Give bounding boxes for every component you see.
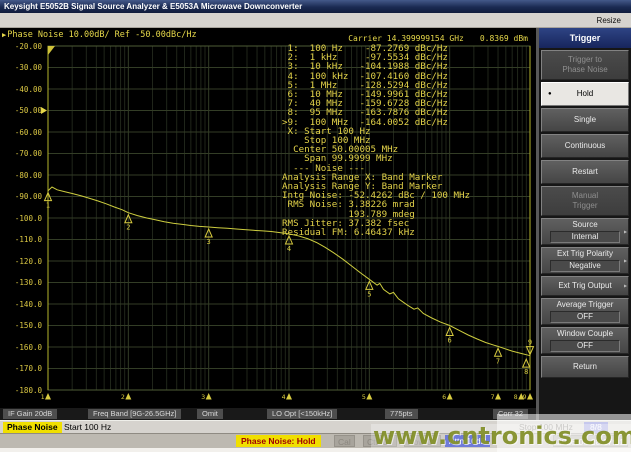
config-item-lo-opt-150khz: LO Opt [<150kHz] <box>267 409 337 419</box>
y-tick-label: -150.0 <box>15 321 42 330</box>
config-summary-bar: IF Gain 20dB Freq Band [9G-26.5GHz] Omit LO… <box>0 408 536 420</box>
app-window: Keysight E5052B Signal Source Analyzer &… <box>0 0 631 452</box>
y-tick-label: -70.00 <box>15 149 42 158</box>
y-tick-label: -170.0 <box>15 364 42 373</box>
svg-text:8: 8 <box>514 393 518 401</box>
svg-text:3: 3 <box>207 238 211 246</box>
y-tick-label: -160.0 <box>15 343 42 352</box>
window-title: Keysight E5052B Signal Source Analyzer &… <box>4 2 302 11</box>
svg-text:2: 2 <box>121 393 125 401</box>
y-tick-label: -40.00 <box>15 85 42 94</box>
softkey-source[interactable]: SourceInternal▸ <box>541 218 629 245</box>
y-tick-label: -30.00 <box>15 63 42 72</box>
config-item-if-gain-20db: IF Gain 20dB <box>3 409 57 419</box>
submenu-arrow-icon: ▸ <box>624 228 627 235</box>
svg-text:5: 5 <box>362 393 366 401</box>
y-axis-labels: -20.00 -30.00 -40.00 -50.00 -60.00 -70.00 -80.… <box>0 28 46 408</box>
y-tick-label: -90.00 <box>15 192 42 201</box>
svg-text:6: 6 <box>442 393 446 401</box>
softkey-continuous[interactable]: Continuous <box>541 134 629 158</box>
svg-text:1: 1 <box>46 202 50 210</box>
y-tick-label: -80.00 <box>15 171 42 180</box>
svg-text:9: 9 <box>523 393 527 401</box>
carrier-readout: Carrier 14.399999154 GHz 0.8369 dBm <box>348 34 528 43</box>
window-titlebar[interactable]: Keysight E5052B Signal Source Analyzer &… <box>0 0 631 13</box>
softkey-window-couple[interactable]: Window CoupleOFF <box>541 327 629 354</box>
softkey-sidebar: Trigger Trigger toPhase Noise●HoldSingle… <box>536 28 631 420</box>
svg-text:4: 4 <box>282 393 286 401</box>
svg-text:8: 8 <box>524 368 528 376</box>
y-tick-label: -140.0 <box>15 300 42 309</box>
config-item-775pts: 775pts <box>385 409 418 419</box>
softkey-hold[interactable]: ●Hold <box>541 82 629 106</box>
submenu-arrow-icon: ▸ <box>624 283 627 290</box>
svg-text:9: 9 <box>528 339 532 347</box>
cal-indicator: Cal <box>334 435 355 447</box>
measurement-tag: Phase Noise <box>3 422 62 433</box>
softkey-ext-trig-polarity[interactable]: Ext Trig PolarityNegative▸ <box>541 247 629 274</box>
y-tick-label: -120.0 <box>15 257 42 266</box>
svg-text:4: 4 <box>287 245 291 253</box>
softkey-manual-trigger: ManualTrigger <box>541 186 629 216</box>
y-tick-label: -180.0 <box>15 386 42 395</box>
y-tick-label: -60.00 <box>15 128 42 137</box>
selected-bullet-icon: ● <box>548 91 552 97</box>
config-item-freq-band-9g-26-5ghz: Freq Band [9G-26.5GHz] <box>88 409 181 419</box>
y-tick-label: -100.0 <box>15 214 42 223</box>
softkey-menu-title: Trigger <box>539 28 631 48</box>
svg-text:5: 5 <box>367 290 371 298</box>
softkey-single[interactable]: Single <box>541 108 629 132</box>
softkey-restart[interactable]: Restart <box>541 160 629 184</box>
submenu-arrow-icon: ▸ <box>624 257 627 264</box>
measurement-screen: 112233445566778899 ▶Phase Noise 10.00dB/… <box>0 28 536 408</box>
resize-button[interactable]: Resize <box>597 16 621 25</box>
svg-text:6: 6 <box>448 336 452 344</box>
svg-text:3: 3 <box>201 393 205 401</box>
carrier-power: 0.8369 dBm <box>480 34 528 43</box>
svg-text:7: 7 <box>496 357 500 365</box>
resize-bar: Resize <box>0 13 631 28</box>
carrier-frequency: Carrier 14.399999154 GHz <box>348 34 464 43</box>
softkey-trigger-to-phase-noise: Trigger toPhase Noise <box>541 50 629 80</box>
y-tick-label: -50.00 <box>15 106 42 115</box>
softkey-return[interactable]: Return <box>541 356 629 378</box>
watermark: www.cntronics.com <box>371 424 631 448</box>
marker-readout: 1: 100 Hz -87.2769 dBc/Hz 2: 1 kHz -97.5… <box>282 44 470 237</box>
y-tick-label: -20.00 <box>15 42 42 51</box>
y-tick-label: -110.0 <box>15 235 42 244</box>
svg-text:2: 2 <box>126 224 130 232</box>
measurement-status-badge: Phase Noise: Hold <box>236 435 321 447</box>
softkey-ext-trig-output[interactable]: Ext Trig Output▸ <box>541 276 629 296</box>
y-tick-label: -130.0 <box>15 278 42 287</box>
start-frequency-label: Start 100 Hz <box>64 422 111 433</box>
softkey-average-trigger[interactable]: Average TriggerOFF <box>541 298 629 325</box>
config-item-omit: Omit <box>197 409 223 419</box>
svg-text:7: 7 <box>491 393 495 401</box>
